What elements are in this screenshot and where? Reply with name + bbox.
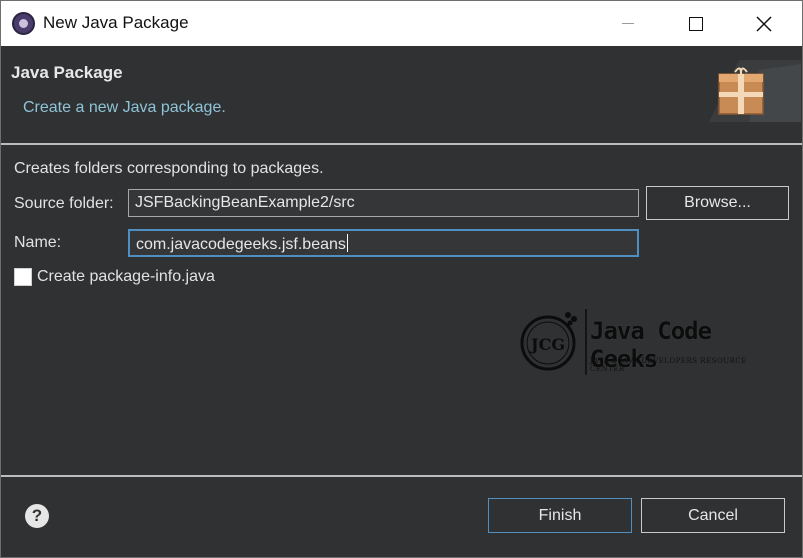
cancel-button[interactable]: Cancel — [641, 498, 785, 533]
title-bar: New Java Package — [1, 1, 802, 46]
cancel-label: Cancel — [688, 506, 738, 524]
create-package-info-row[interactable]: Create package-info.java — [14, 266, 215, 288]
finish-label: Finish — [538, 506, 582, 524]
java-code-geeks-watermark: JCG Java Code Geeks JAVA 2 JAVA DEVELOPE… — [518, 305, 778, 377]
create-package-info-checkbox[interactable] — [14, 268, 32, 286]
name-label: Name: — [14, 234, 62, 251]
maximize-icon — [689, 16, 703, 31]
form-description: Creates folders corresponding to package… — [14, 160, 324, 177]
maximize-button[interactable] — [673, 1, 719, 46]
create-package-info-label: Create package-info.java — [37, 268, 215, 285]
eclipse-icon — [12, 12, 35, 35]
browse-button[interactable]: Browse... — [646, 186, 789, 220]
text-caret — [346, 234, 348, 252]
jcg-logo-subtext: JAVA 2 JAVA DEVELOPERS RESOURCE CENTER — [590, 357, 747, 373]
minimize-icon — [622, 23, 634, 24]
close-icon — [756, 15, 772, 32]
finish-button[interactable]: Finish — [488, 498, 632, 533]
source-folder-value: JSFBackingBeanExample2/src — [135, 194, 355, 211]
new-java-package-dialog: New Java Package Java Package Create a n… — [0, 0, 803, 558]
footer-divider — [1, 475, 802, 477]
wizard-header: Java Package Create a new Java package. — [1, 46, 802, 143]
help-icon[interactable]: ? — [25, 504, 49, 528]
jcg-badge-text: JCG — [529, 335, 565, 354]
header-divider — [1, 143, 802, 145]
wizard-title: Java Package — [11, 63, 123, 82]
browse-label: Browse... — [684, 194, 751, 211]
minimize-button[interactable] — [605, 1, 651, 46]
source-folder-input[interactable]: JSFBackingBeanExample2/src — [128, 189, 639, 217]
wizard-description: Create a new Java package. — [23, 99, 226, 116]
window-title: New Java Package — [43, 13, 189, 32]
package-wizard-icon — [709, 60, 801, 122]
jcg-badge-icon: JCG — [520, 309, 587, 375]
close-button[interactable] — [741, 1, 787, 46]
package-name-value: com.javacodegeeks.jsf.beans — [136, 236, 346, 253]
package-name-input[interactable]: com.javacodegeeks.jsf.beans — [128, 229, 639, 257]
source-folder-label: Source folder: — [14, 195, 114, 212]
